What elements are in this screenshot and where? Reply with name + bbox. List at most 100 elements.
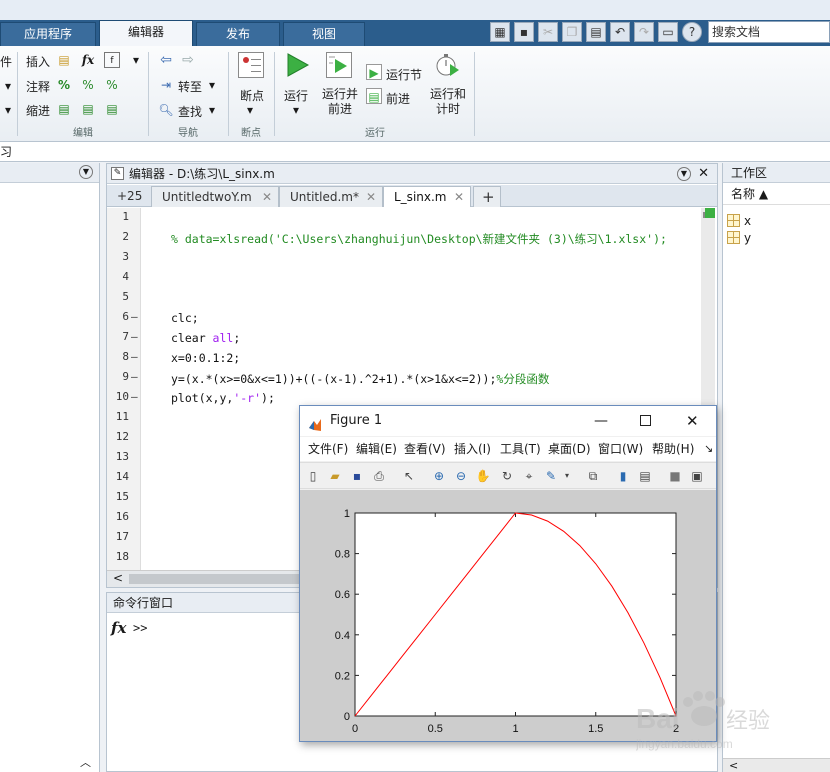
close-tab-icon[interactable]: ✕ bbox=[262, 187, 272, 207]
line-number[interactable]: 6 bbox=[107, 310, 129, 323]
current-folder-bar[interactable]: 习 bbox=[0, 142, 830, 162]
close-tab-icon[interactable]: ✕ bbox=[454, 187, 464, 207]
line-number[interactable]: 8 bbox=[107, 350, 129, 363]
dropdown-arrow-icon[interactable]: ▾ bbox=[204, 102, 220, 118]
breakpoint-marker[interactable]: – bbox=[131, 390, 138, 403]
code-line-10[interactable]: plot(x,y,'-r'); bbox=[171, 391, 275, 405]
line-number[interactable]: 15 bbox=[107, 490, 129, 503]
dropdown-arrow-icon[interactable]: ▾ bbox=[558, 467, 576, 485]
tab-apps[interactable]: 应用程序 bbox=[0, 22, 96, 46]
line-number[interactable]: 3 bbox=[107, 250, 129, 263]
back-arrow-icon[interactable]: ⇦ bbox=[158, 52, 174, 68]
line-number[interactable]: 4 bbox=[107, 270, 129, 283]
line-number[interactable]: 10 bbox=[107, 390, 129, 403]
save-icon[interactable]: ▪ bbox=[514, 22, 534, 42]
run-and-time-button[interactable]: 运行和 计时 bbox=[428, 87, 468, 117]
run-and-time-stopwatch-icon[interactable] bbox=[434, 52, 460, 78]
dropdown-arrow-icon[interactable]: ▾ bbox=[0, 78, 16, 94]
run-and-advance-button[interactable]: 运行并 前进 bbox=[320, 87, 360, 117]
open-file-icon[interactable]: ▰ bbox=[326, 467, 344, 485]
code-line-9[interactable]: y=(x.*(x>=0&x<=1))+((-(x-1).^2+1).*(x>1&… bbox=[171, 371, 549, 387]
dropdown-arrow-icon[interactable]: ▾ bbox=[0, 102, 16, 118]
run-and-advance-icon[interactable] bbox=[326, 52, 352, 78]
breakpoint-marker[interactable]: – bbox=[131, 370, 138, 383]
code-line-2[interactable]: % data=xlsread('C:\Users\zhanghuijun\Des… bbox=[171, 231, 667, 247]
new-figure-icon[interactable]: ▯ bbox=[304, 467, 322, 485]
save-icon[interactable]: ▪ bbox=[348, 467, 366, 485]
tab-editor[interactable]: 编辑器 bbox=[99, 20, 193, 46]
wrap-comments-icon[interactable]: % bbox=[104, 77, 120, 93]
run-section-button[interactable]: 运行节 bbox=[386, 66, 422, 83]
new-tab-button[interactable]: + bbox=[473, 186, 501, 207]
panel-menu-icon[interactable]: ▼ bbox=[79, 165, 93, 179]
function-browser-icon[interactable]: f bbox=[104, 52, 120, 68]
copy-icon[interactable]: ❐ bbox=[562, 22, 582, 42]
tab-untitled[interactable]: Untitled.m* ✕ bbox=[279, 186, 383, 207]
breakpoint-marker[interactable]: – bbox=[131, 330, 138, 343]
comment-button[interactable]: 注释 bbox=[26, 78, 50, 95]
rotate-3d-icon[interactable]: ↻ bbox=[498, 467, 516, 485]
tab-untitledtwoy[interactable]: UntitledtwoY.m ✕ bbox=[151, 186, 279, 207]
close-icon[interactable]: ✕ bbox=[698, 164, 709, 184]
workspace-name-column[interactable]: 名称 ▲ bbox=[723, 183, 830, 205]
close-tab-icon[interactable]: ✕ bbox=[366, 187, 376, 207]
menu-insert[interactable]: 插入(I) bbox=[454, 437, 491, 461]
undo-icon[interactable]: ↶ bbox=[610, 22, 630, 42]
scroll-thumb[interactable] bbox=[129, 574, 299, 584]
code-line-8[interactable]: x=0:0.1:2; bbox=[171, 351, 240, 365]
print-icon[interactable]: ⎙ bbox=[370, 467, 388, 485]
uncomment-icon[interactable]: % bbox=[80, 77, 96, 93]
workspace-var-y[interactable]: y bbox=[727, 230, 751, 246]
code-line-7[interactable]: clear all; bbox=[171, 331, 240, 345]
maximize-icon[interactable] bbox=[640, 415, 651, 426]
workspace-var-x[interactable]: x bbox=[727, 213, 751, 229]
line-number[interactable]: 13 bbox=[107, 450, 129, 463]
search-docs-input[interactable]: 搜索文档 bbox=[708, 21, 830, 43]
line-number[interactable]: 16 bbox=[107, 510, 129, 523]
insert-button[interactable]: 插入 bbox=[26, 53, 50, 70]
close-icon[interactable]: ✕ bbox=[686, 406, 699, 436]
dropdown-arrow-icon[interactable]: ▾ bbox=[204, 77, 220, 93]
figure-titlebar[interactable]: Figure 1 — ✕ bbox=[300, 406, 716, 436]
line-number[interactable]: 2 bbox=[107, 230, 129, 243]
dropdown-arrow-icon[interactable]: ▾ bbox=[128, 52, 144, 68]
breakpoint-marker[interactable]: – bbox=[131, 350, 138, 363]
menu-help[interactable]: 帮助(H) bbox=[652, 437, 694, 461]
advance-icon[interactable]: ▤ bbox=[366, 88, 382, 104]
goto-button[interactable]: 转至 bbox=[178, 78, 202, 95]
insert-section-icon[interactable]: ▤ bbox=[56, 52, 72, 68]
indent-button[interactable]: 缩进 bbox=[26, 102, 50, 119]
code-line-6[interactable]: clc; bbox=[171, 311, 199, 325]
menu-overflow-icon[interactable]: ↘ bbox=[704, 437, 713, 461]
editor-menu-icon[interactable]: ▼ bbox=[677, 167, 691, 181]
horizontal-scrollbar[interactable]: < bbox=[723, 758, 830, 772]
hide-plot-tools-icon[interactable]: ■ bbox=[666, 467, 684, 485]
dropdown-arrow-icon[interactable]: ▾ bbox=[242, 102, 258, 118]
goto-icon[interactable]: ⇥ bbox=[158, 77, 174, 93]
tab-overflow[interactable]: +25 bbox=[109, 186, 149, 207]
switch-windows-icon[interactable]: ▭ bbox=[658, 22, 678, 42]
find-magnifier-icon[interactable]: 🔍︎ bbox=[158, 102, 174, 118]
increase-indent-icon[interactable]: ▤ bbox=[80, 101, 96, 117]
menu-window[interactable]: 窗口(W) bbox=[598, 437, 643, 461]
menu-view[interactable]: 查看(V) bbox=[404, 437, 446, 461]
decrease-indent-icon[interactable]: ▤ bbox=[104, 101, 120, 117]
show-plot-tools-icon[interactable]: ▣ bbox=[688, 467, 706, 485]
menu-desktop[interactable]: 桌面(D) bbox=[548, 437, 591, 461]
breakpoint-icon[interactable] bbox=[238, 52, 264, 78]
line-number[interactable]: 1 bbox=[107, 210, 129, 223]
line-number[interactable]: 9 bbox=[107, 370, 129, 383]
pointer-arrow-icon[interactable]: ↖ bbox=[400, 467, 418, 485]
scroll-left-arrow[interactable]: < bbox=[729, 759, 738, 772]
run-section-icon[interactable]: ▶ bbox=[366, 64, 382, 80]
cut-icon[interactable]: ✂ bbox=[538, 22, 558, 42]
colorbar-icon[interactable]: ▮ bbox=[614, 467, 632, 485]
advance-button[interactable]: 前进 bbox=[386, 90, 410, 107]
redo-icon[interactable]: ↷ bbox=[634, 22, 654, 42]
link-plot-icon[interactable]: ⧉ bbox=[584, 467, 602, 485]
data-cursor-icon[interactable]: ⌖ bbox=[520, 467, 538, 485]
zoom-in-icon[interactable]: ⊕ bbox=[430, 467, 448, 485]
breakpoint-marker[interactable]: – bbox=[131, 310, 138, 323]
menu-edit[interactable]: 编辑(E) bbox=[356, 437, 397, 461]
code-analyzer-ok-indicator[interactable] bbox=[705, 208, 715, 218]
